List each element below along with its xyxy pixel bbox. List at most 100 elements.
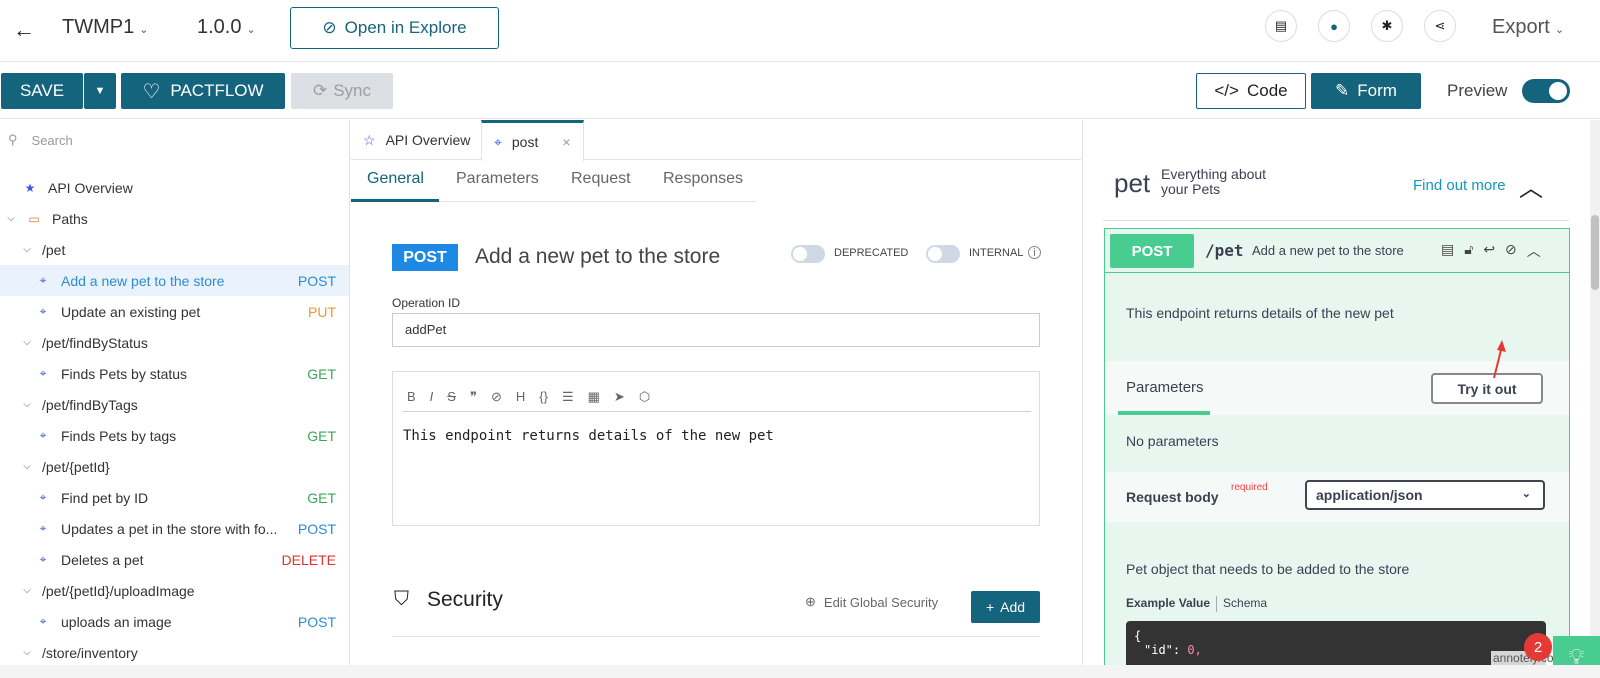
quote-icon[interactable]: ❞ — [470, 389, 477, 405]
pactflow-logo-icon: ♡ — [142, 80, 161, 103]
export-menu[interactable]: Export ⌄ — [1492, 16, 1564, 39]
pactflow-button[interactable]: ♡ PACTFLOW — [121, 73, 285, 109]
project-selector[interactable]: TWMP1 ⌄ — [62, 16, 148, 39]
internal-toggle[interactable] — [926, 245, 960, 263]
close-icon[interactable]: × — [562, 134, 570, 150]
operation-icon: ⌖ — [39, 428, 47, 442]
description-text[interactable]: This endpoint returns details of the new… — [403, 428, 774, 444]
chevron-down-icon: ⌵ — [23, 337, 31, 348]
method-badge: POST — [392, 244, 458, 271]
gear-icon[interactable]: ✱ — [1371, 10, 1403, 42]
example-code: { "id": 0, — [1126, 621, 1546, 665]
markdown-toolbar: B I S ❞ ⊘ H {} ☰ ▦ ➤ ⬡ — [403, 382, 1031, 412]
open-in-explore-button[interactable]: ⊘ Open in Explore — [290, 7, 499, 49]
toggle-knob — [928, 247, 942, 261]
chevron-up-icon[interactable]: ︿ — [1519, 168, 1543, 203]
tab-post[interactable]: ⌖ post × — [481, 120, 584, 161]
operation-icon: ⌖ — [39, 490, 47, 504]
save-dropdown-button[interactable]: ▼ — [84, 73, 116, 109]
tab-responses[interactable]: Responses — [663, 170, 743, 188]
body-description: Pet object that needs to be added to the… — [1126, 561, 1410, 577]
tab-schema[interactable]: Schema — [1223, 596, 1267, 612]
tab-api-overview[interactable]: ☆ API Overview — [363, 120, 470, 160]
scrollbar[interactable] — [1590, 120, 1600, 665]
chevron-down-icon: ⌄ — [1521, 488, 1531, 500]
sidebar-item-operation[interactable]: ⌖ Finds Pets by tags GET — [0, 420, 349, 451]
return-icon[interactable]: ↩ — [1483, 241, 1495, 261]
path-group[interactable]: ⌵/pet/{petId} — [0, 451, 349, 482]
bold-icon[interactable]: B — [407, 389, 416, 404]
code-icon[interactable]: {} — [539, 389, 548, 404]
sidebar-item-operation[interactable]: ⌖ Finds Pets by status GET — [0, 358, 349, 389]
italic-icon[interactable]: I — [430, 389, 434, 404]
heading-icon[interactable]: H — [516, 389, 525, 404]
content-type-select[interactable]: application/json ⌄ — [1305, 480, 1545, 510]
arrow-left-icon[interactable]: ← — [10, 16, 38, 44]
strikethrough-icon[interactable]: S — [447, 389, 456, 404]
operation-icon: ⌖ — [494, 133, 502, 150]
operation-title[interactable]: Add a new pet to the store — [475, 245, 720, 269]
chevron-down-icon: ⌄ — [139, 24, 149, 36]
list-icon[interactable]: ☰ — [562, 389, 574, 405]
tab-example-value[interactable]: Example Value — [1126, 596, 1210, 612]
version-selector[interactable]: 1.0.0 ⌄ — [197, 16, 256, 39]
sidebar-item-operation[interactable]: ⌖ Find pet by ID GET — [0, 482, 349, 513]
chevron-up-icon[interactable]: ︿ — [1527, 241, 1541, 261]
table-icon[interactable]: ▦ — [588, 389, 600, 405]
form-view-button[interactable]: ✎ Form — [1311, 73, 1421, 109]
description-editor[interactable]: B I S ❞ ⊘ H {} ☰ ▦ ➤ ⬡ This endpoint ret… — [392, 371, 1040, 526]
share-icon[interactable]: ⋖ — [1424, 10, 1456, 42]
chevron-down-icon: ⌵ — [23, 461, 31, 472]
security-heading: Security — [427, 588, 503, 611]
deprecated-toggle[interactable] — [791, 245, 825, 263]
operation-id-field[interactable]: addPet — [392, 313, 1040, 347]
request-body-label: Request body — [1126, 489, 1219, 505]
path-group[interactable]: ⌵/pet/findByTags — [0, 389, 349, 420]
try-it-out-button[interactable]: Try it out — [1431, 373, 1543, 404]
operation-header[interactable]: POST /pet Add a new pet to the store ▤ 🔓… — [1105, 229, 1569, 273]
top-bar: ← TWMP1 ⌄ 1.0.0 ⌄ ⊘ Open in Explore ▤ ● ✱ ⋖… — [0, 0, 1600, 62]
tag-description: Everything about your Pets — [1161, 166, 1267, 197]
add-security-button[interactable]: + Add — [971, 591, 1040, 623]
sidebar-item-operation[interactable]: ⌖ Deletes a pet DELETE — [0, 544, 349, 575]
tab-parameters[interactable]: Parameters — [456, 170, 539, 188]
sidebar-item-operation[interactable]: ⌖ Update an existing pet PUT — [0, 296, 349, 327]
notification-badge[interactable]: 2 — [1524, 633, 1552, 661]
send-icon[interactable]: ➤ — [614, 389, 625, 405]
code-view-button[interactable]: </> Code — [1196, 73, 1306, 109]
operation-subtabs: General Parameters Request Responses — [351, 160, 756, 202]
sidebar-item-operation[interactable]: ⌖ uploads an image POST — [0, 606, 349, 637]
path-group[interactable]: ⌵/pet — [0, 234, 349, 265]
preview-toggle[interactable] — [1522, 79, 1570, 103]
edit-global-security-link[interactable]: ⊕ Edit Global Security — [805, 594, 938, 610]
active-tab-indicator — [351, 199, 439, 202]
path-group[interactable]: ⌵/pet/findByStatus — [0, 327, 349, 358]
tab-general[interactable]: General — [367, 170, 424, 188]
sync-button[interactable]: ⟳ Sync — [291, 73, 393, 109]
chevron-down-icon: ⌵ — [23, 647, 31, 658]
path-group[interactable]: ⌵/store/inventory — [0, 637, 349, 665]
clipboard-icon[interactable]: ▤ — [1441, 241, 1454, 261]
tab-request[interactable]: Request — [571, 170, 631, 188]
operation-icon: ⌖ — [39, 304, 47, 318]
sidebar-item-paths[interactable]: ⌵ ▭ Paths — [0, 203, 349, 234]
find-out-more-link[interactable]: Find out more — [1413, 177, 1506, 194]
parameters-tab[interactable]: Parameters — [1126, 379, 1204, 396]
link-icon[interactable]: ⊘ — [491, 389, 502, 405]
search-box[interactable]: ⚲ Search — [8, 132, 73, 148]
divider — [392, 636, 1040, 637]
sidebar-item-api-overview[interactable]: ★ API Overview — [0, 172, 349, 203]
document-icon[interactable]: ▤ — [1265, 10, 1297, 42]
unlock-icon[interactable]: 🔓︎ — [1464, 241, 1473, 261]
path-group[interactable]: ⌵/pet/{petId}/uploadImage — [0, 575, 349, 606]
save-button[interactable]: SAVE — [1, 73, 83, 109]
cube-icon[interactable]: ⬡ — [639, 389, 650, 405]
compass-icon[interactable]: ⊘ — [1505, 241, 1517, 261]
scrollbar-thumb[interactable] — [1591, 215, 1599, 290]
bell-icon[interactable]: ● — [1318, 10, 1350, 42]
info-icon[interactable]: i — [1028, 246, 1041, 259]
sidebar-item-operation[interactable]: ⌖ Add a new pet to the store POST — [0, 265, 349, 296]
plus-icon: + — [985, 599, 995, 615]
request-body-section: Request body required application/json ⌄ — [1105, 472, 1569, 522]
sidebar-item-operation[interactable]: ⌖ Updates a pet in the store with fo... PO… — [0, 513, 349, 544]
